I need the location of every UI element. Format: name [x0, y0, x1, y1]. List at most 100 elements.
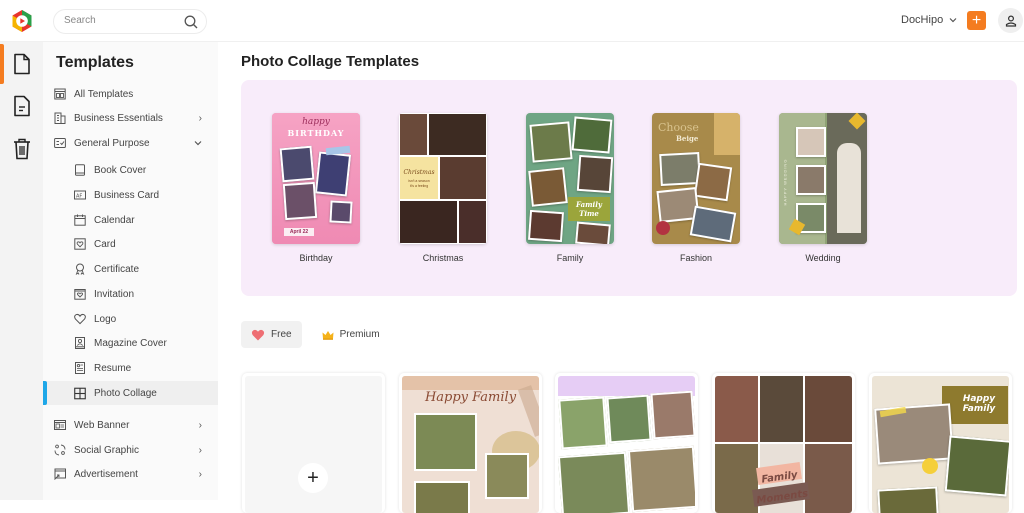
sidebar-item-book-cover[interactable]: Book Cover	[43, 158, 218, 182]
rail-my-designs[interactable]	[0, 84, 43, 128]
thumb-text: BIRTHDAY	[287, 128, 345, 138]
search-input[interactable]	[64, 15, 174, 26]
filter-label: Free	[271, 329, 292, 340]
sidebar-item-general-purpose[interactable]: General Purpose	[43, 131, 218, 155]
thumb-text: Family Moments	[755, 469, 809, 507]
filter-label: Premium	[339, 329, 380, 340]
featured-card-christmas[interactable]: Christmas isn't a season it's a feeling …	[399, 113, 489, 263]
sidebar-title: Templates	[56, 54, 134, 71]
template-thumbnail[interactable]: HAPPY WEDDING	[779, 113, 867, 244]
sidebar-item-invitation[interactable]: Invitation	[43, 282, 218, 306]
sidebar-item-label: Book Cover	[94, 164, 147, 176]
sidebar-item-business-card[interactable]: AF Business Card	[43, 183, 218, 207]
sidebar-item-calendar[interactable]: Calendar	[43, 208, 218, 232]
icon-rail	[0, 42, 43, 500]
id-card-icon: AF	[74, 189, 86, 201]
rail-trash[interactable]	[0, 127, 43, 171]
chevron-right-icon: ›	[198, 468, 202, 480]
banner-icon	[54, 419, 66, 431]
sidebar-item-label: Business Card	[94, 189, 160, 201]
sidebar-item-logo[interactable]: Logo	[43, 307, 218, 331]
sidebar-item-card[interactable]: Card	[43, 232, 218, 256]
sidebar-item-resume[interactable]: Resume	[43, 356, 218, 380]
invitation-icon	[74, 288, 86, 300]
create-button[interactable]: +	[967, 11, 986, 30]
crown-icon	[322, 330, 334, 340]
sidebar-item-advertisement[interactable]: Advertisement ›	[43, 462, 218, 486]
sidebar-item-certificate[interactable]: Certificate	[43, 257, 218, 281]
document-icon	[13, 53, 30, 75]
checklist-icon	[54, 137, 66, 149]
featured-card-label: Fashion	[679, 253, 713, 263]
magazine-icon	[74, 337, 86, 349]
featured-card-birthday[interactable]: happy BIRTHDAY April 22 Birthday	[272, 113, 362, 263]
featured-card-label: Wedding	[805, 253, 841, 263]
trash-icon	[13, 138, 30, 160]
sidebar-item-all-templates[interactable]: All Templates	[43, 82, 218, 106]
template-thumbnail[interactable]: Choose Beige	[652, 113, 740, 244]
thumb-text: isn't a season	[408, 179, 430, 183]
plus-icon: +	[971, 11, 982, 29]
sidebar-item-label: Advertisement	[74, 468, 138, 480]
template-card[interactable]: Family Moments	[712, 373, 855, 513]
account-name: DocHipo	[901, 14, 944, 26]
template-card[interactable]: Happy Family	[399, 373, 542, 513]
ribbon-icon	[74, 263, 86, 275]
sidebar-item-label: Invitation	[94, 288, 135, 300]
sidebar-item-label: All Templates	[74, 88, 134, 100]
account-menu[interactable]: DocHipo	[901, 14, 957, 26]
sidebar-item-web-banner[interactable]: Web Banner ›	[43, 413, 218, 437]
search-box[interactable]	[53, 9, 207, 34]
featured-card-wedding[interactable]: HAPPY WEDDING Wedding	[779, 113, 869, 263]
search-icon[interactable]	[183, 14, 199, 30]
chevron-down-icon	[949, 18, 957, 23]
chevron-right-icon: ›	[198, 444, 202, 456]
sidebar-item-social-graphic[interactable]: Social Graphic ›	[43, 438, 218, 462]
sidebar-item-label: Logo	[94, 313, 117, 325]
sidebar-item-photo-collage[interactable]: Photo Collage	[43, 381, 218, 405]
grid-icon	[54, 88, 66, 100]
user-avatar[interactable]	[998, 8, 1023, 33]
create-blank-card[interactable]: +	[242, 373, 385, 513]
sidebar-item-label: Card	[94, 238, 116, 250]
sidebar-item-label: Business Essentials	[74, 112, 163, 124]
main-content: Photo Collage Templates happy BIRTHDAY A…	[218, 42, 1024, 513]
building-icon	[54, 112, 66, 124]
heart-card-icon	[74, 238, 86, 250]
svg-text:AF: AF	[76, 193, 82, 199]
template-thumbnail[interactable]: Family Time	[526, 113, 614, 244]
sidebar-item-magazine-cover[interactable]: Magazine Cover	[43, 331, 218, 355]
heart-icon	[251, 329, 265, 340]
featured-categories: happy BIRTHDAY April 22 Birthday Christm…	[241, 80, 1017, 296]
template-card[interactable]	[555, 373, 698, 513]
sidebar-item-label: General Purpose	[74, 137, 150, 149]
add-button[interactable]: +	[298, 463, 328, 493]
thumb-text: April 22	[284, 228, 314, 236]
sidebar-item-label: Web Banner	[74, 419, 130, 431]
sidebar-item-business-essentials[interactable]: Business Essentials ›	[43, 106, 218, 130]
sidebar-item-label: Photo Collage	[94, 387, 157, 399]
chevron-right-icon: ›	[198, 112, 202, 124]
resume-icon	[74, 362, 86, 374]
featured-card-family[interactable]: Family Time Family	[526, 113, 616, 263]
price-filters: Free Premium	[241, 321, 390, 348]
filter-premium[interactable]: Premium	[312, 321, 390, 348]
sidebar-item-label: Resume	[94, 362, 132, 374]
template-thumbnail[interactable]: happy BIRTHDAY April 22	[272, 113, 360, 244]
advert-icon	[54, 468, 66, 480]
chevron-right-icon: ›	[198, 419, 202, 431]
thumb-text: Happy Family	[962, 394, 996, 414]
sidebar-item-label: Calendar	[94, 214, 135, 226]
dochipo-logo[interactable]	[10, 9, 34, 33]
sidebar-item-label: Social Graphic	[74, 444, 140, 456]
thumb-text: Choose	[658, 121, 699, 134]
template-card[interactable]: Happy Family	[869, 373, 1012, 513]
book-icon	[74, 164, 86, 176]
sidebar-item-label: Magazine Cover	[94, 337, 167, 349]
rail-templates[interactable]	[0, 42, 43, 86]
filter-free[interactable]: Free	[241, 321, 302, 348]
featured-card-label: Birthday	[299, 253, 333, 263]
template-thumbnail[interactable]: Christmas isn't a season it's a feeling	[399, 113, 487, 244]
sidebar-item-label: Certificate	[94, 263, 140, 275]
featured-card-fashion[interactable]: Choose Beige Fashion	[652, 113, 742, 263]
